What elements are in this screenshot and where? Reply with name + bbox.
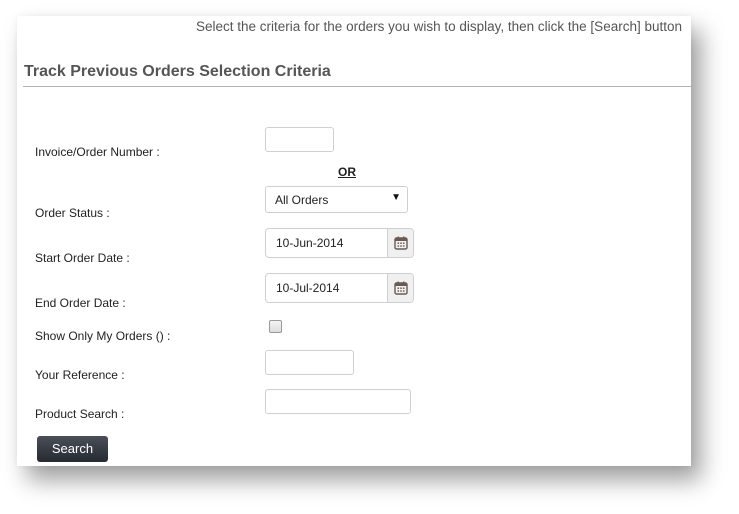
page-title: Track Previous Orders Selection Criteria <box>24 63 331 80</box>
end-date-label: End Order Date : <box>35 296 126 310</box>
start-date-label: Start Order Date : <box>35 251 130 265</box>
your-reference-label: Your Reference : <box>35 368 125 382</box>
product-search-label: Product Search : <box>35 407 125 421</box>
end-date-field[interactable]: 10-Jul-2014 <box>265 273 414 303</box>
your-reference-input[interactable] <box>265 350 354 375</box>
order-status-label: Order Status : <box>35 206 110 220</box>
heading-divider <box>23 86 691 87</box>
invoice-number-label: Invoice/Order Number : <box>35 145 160 159</box>
start-date-value: 10-Jun-2014 <box>276 236 344 250</box>
show-only-my-orders-label: Show Only My Orders () : <box>35 329 171 343</box>
instructions-text: Select the criteria for the orders you w… <box>196 19 682 34</box>
order-search-panel: Select the criteria for the orders you w… <box>17 16 691 466</box>
chevron-down-icon: ▼ <box>391 192 401 203</box>
end-date-value: 10-Jul-2014 <box>276 281 340 295</box>
start-date-field[interactable]: 10-Jun-2014 <box>265 228 414 258</box>
product-search-input[interactable] <box>265 389 411 414</box>
calendar-icon[interactable] <box>387 274 413 302</box>
show-only-my-orders-checkbox[interactable] <box>269 320 282 333</box>
calendar-icon[interactable] <box>387 229 413 257</box>
or-separator: OR <box>338 165 356 179</box>
search-button[interactable]: Search <box>37 436 108 462</box>
order-status-value: All Orders <box>275 193 329 207</box>
order-status-select[interactable]: All Orders ▼ <box>265 186 408 213</box>
invoice-number-input[interactable] <box>265 127 334 152</box>
